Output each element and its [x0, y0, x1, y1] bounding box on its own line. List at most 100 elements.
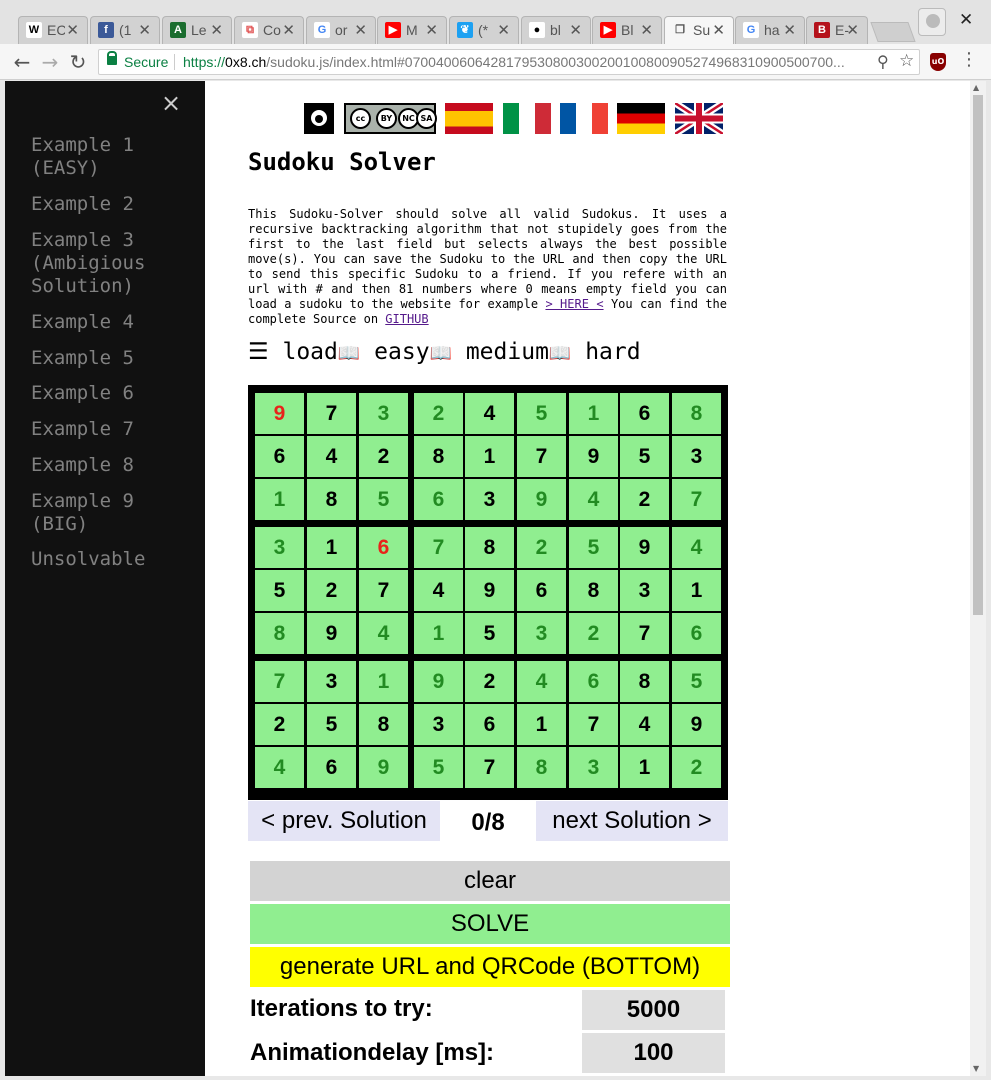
- sudoku-cell[interactable]: 5: [620, 436, 669, 477]
- sudoku-cell[interactable]: 2: [359, 436, 408, 477]
- sudoku-cell[interactable]: 9: [465, 570, 514, 611]
- scroll-down-arrow-icon[interactable]: ▼: [973, 1064, 979, 1073]
- tab-close-icon[interactable]: ✕: [425, 21, 438, 39]
- sidenav-item[interactable]: Example 5: [31, 347, 201, 370]
- sudoku-cell[interactable]: 3: [414, 704, 463, 745]
- browser-tab[interactable]: Gha ✕: [735, 16, 805, 44]
- sudoku-cell[interactable]: 6: [307, 747, 356, 788]
- reload-icon[interactable]: ↻: [66, 50, 90, 74]
- sudoku-cell[interactable]: 3: [255, 527, 304, 568]
- forward-arrow-icon[interactable]: →: [38, 50, 62, 74]
- sudoku-cell[interactable]: 1: [465, 436, 514, 477]
- sudoku-cell[interactable]: 6: [255, 436, 304, 477]
- profile-button[interactable]: [918, 8, 946, 36]
- sudoku-cell[interactable]: 2: [569, 613, 618, 654]
- tab-close-icon[interactable]: ✕: [712, 21, 725, 39]
- sudoku-cell[interactable]: 4: [569, 479, 618, 520]
- sudoku-cell[interactable]: 7: [569, 704, 618, 745]
- italy-flag-icon[interactable]: [503, 103, 551, 134]
- sudoku-cell[interactable]: 5: [569, 527, 618, 568]
- back-arrow-icon[interactable]: ←: [10, 50, 34, 74]
- sudoku-cell[interactable]: 9: [672, 704, 721, 745]
- browser-tab[interactable]: W EC ✕: [18, 16, 88, 44]
- here-link[interactable]: > HERE <: [545, 297, 603, 311]
- uk-flag-icon[interactable]: [675, 103, 723, 134]
- sudoku-cell[interactable]: 5: [307, 704, 356, 745]
- sudoku-cell[interactable]: 5: [672, 661, 721, 702]
- sudoku-cell[interactable]: 5: [359, 479, 408, 520]
- animationdelay-input[interactable]: [582, 1033, 725, 1073]
- sudoku-cell[interactable]: 8: [517, 747, 566, 788]
- tab-close-icon[interactable]: ✕: [282, 21, 295, 39]
- browser-tab[interactable]: ⧉ Co ✕: [234, 16, 304, 44]
- sudoku-cell[interactable]: 1: [359, 661, 408, 702]
- close-sidenav-icon[interactable]: ×: [161, 89, 181, 117]
- tab-close-icon[interactable]: ✕: [66, 21, 79, 39]
- sudoku-cell[interactable]: 7: [255, 661, 304, 702]
- spain-flag-icon[interactable]: [445, 103, 493, 134]
- sudoku-cell[interactable]: 4: [620, 704, 669, 745]
- sudoku-cell[interactable]: 7: [620, 613, 669, 654]
- sudoku-cell[interactable]: 1: [569, 393, 618, 434]
- sidenav-item[interactable]: Unsolvable: [31, 548, 201, 571]
- sudoku-cell[interactable]: 2: [517, 527, 566, 568]
- tab-close-icon[interactable]: ✕: [783, 21, 796, 39]
- sudoku-cell[interactable]: 2: [620, 479, 669, 520]
- creative-commons-badge[interactable]: cc BY NC SA: [344, 103, 437, 134]
- sudoku-cell[interactable]: 3: [569, 747, 618, 788]
- sudoku-cell[interactable]: 1: [620, 747, 669, 788]
- sudoku-cell[interactable]: 1: [414, 613, 463, 654]
- sudoku-cell[interactable]: 3: [465, 479, 514, 520]
- germany-flag-icon[interactable]: [617, 103, 665, 134]
- sudoku-cell[interactable]: 6: [359, 527, 408, 568]
- sudoku-cell[interactable]: 4: [672, 527, 721, 568]
- prev-solution-button[interactable]: < prev. Solution: [248, 801, 440, 841]
- sudoku-cell[interactable]: 4: [517, 661, 566, 702]
- window-close-icon[interactable]: ✕: [959, 10, 973, 30]
- sidenav-item[interactable]: Example 8: [31, 454, 201, 477]
- sudoku-cell[interactable]: 9: [569, 436, 618, 477]
- browser-tab[interactable]: f (1 ✕: [90, 16, 160, 44]
- medium-button[interactable]: medium: [466, 339, 549, 365]
- sudoku-cell[interactable]: 9: [307, 613, 356, 654]
- zoom-icon[interactable]: ⚲: [877, 52, 889, 72]
- sudoku-cell[interactable]: 8: [465, 527, 514, 568]
- clear-button[interactable]: clear: [250, 861, 730, 901]
- sudoku-cell[interactable]: 2: [672, 747, 721, 788]
- generate-url-button[interactable]: generate URL and QRCode (BOTTOM): [250, 947, 730, 987]
- sudoku-cell[interactable]: 9: [517, 479, 566, 520]
- sudoku-cell[interactable]: 9: [359, 747, 408, 788]
- tab-close-icon[interactable]: ✕: [138, 21, 151, 39]
- tab-close-icon[interactable]: ✕: [210, 21, 223, 39]
- sudoku-cell[interactable]: 8: [569, 570, 618, 611]
- sudoku-cell[interactable]: 1: [307, 527, 356, 568]
- iterations-input[interactable]: [582, 990, 725, 1030]
- sudoku-cell[interactable]: 4: [414, 570, 463, 611]
- ublock-extension-icon[interactable]: uO: [930, 53, 946, 71]
- sudoku-cell[interactable]: 7: [672, 479, 721, 520]
- sudoku-cell[interactable]: 1: [517, 704, 566, 745]
- browser-tab[interactable]: Gor ✕: [306, 16, 376, 44]
- sudoku-cell[interactable]: 1: [255, 479, 304, 520]
- sudoku-cell[interactable]: 2: [307, 570, 356, 611]
- sudoku-cell[interactable]: 9: [255, 393, 304, 434]
- sudoku-cell[interactable]: 4: [359, 613, 408, 654]
- browser-tab[interactable]: B E- ✕: [806, 16, 868, 44]
- france-flag-icon[interactable]: [560, 103, 608, 134]
- sudoku-cell[interactable]: 1: [672, 570, 721, 611]
- github-link[interactable]: GITHUB: [385, 312, 428, 326]
- hard-button[interactable]: hard: [585, 339, 640, 365]
- bookmark-star-icon[interactable]: ☆: [899, 51, 914, 71]
- sudoku-cell[interactable]: 7: [465, 747, 514, 788]
- browser-tab[interactable]: ▶ M ✕: [377, 16, 447, 44]
- sudoku-cell[interactable]: 6: [672, 613, 721, 654]
- tab-close-icon[interactable]: ✕: [569, 21, 582, 39]
- sudoku-cell[interactable]: 9: [620, 527, 669, 568]
- browser-tab[interactable]: ❐ Su ✕: [664, 16, 734, 44]
- sudoku-cell[interactable]: 5: [255, 570, 304, 611]
- sidenav-item[interactable]: Example 2: [31, 193, 201, 216]
- menu-dots-icon[interactable]: ⋮: [960, 49, 978, 70]
- sudoku-cell[interactable]: 6: [517, 570, 566, 611]
- sudoku-cell[interactable]: 8: [359, 704, 408, 745]
- browser-tab[interactable]: A Le ✕: [162, 16, 232, 44]
